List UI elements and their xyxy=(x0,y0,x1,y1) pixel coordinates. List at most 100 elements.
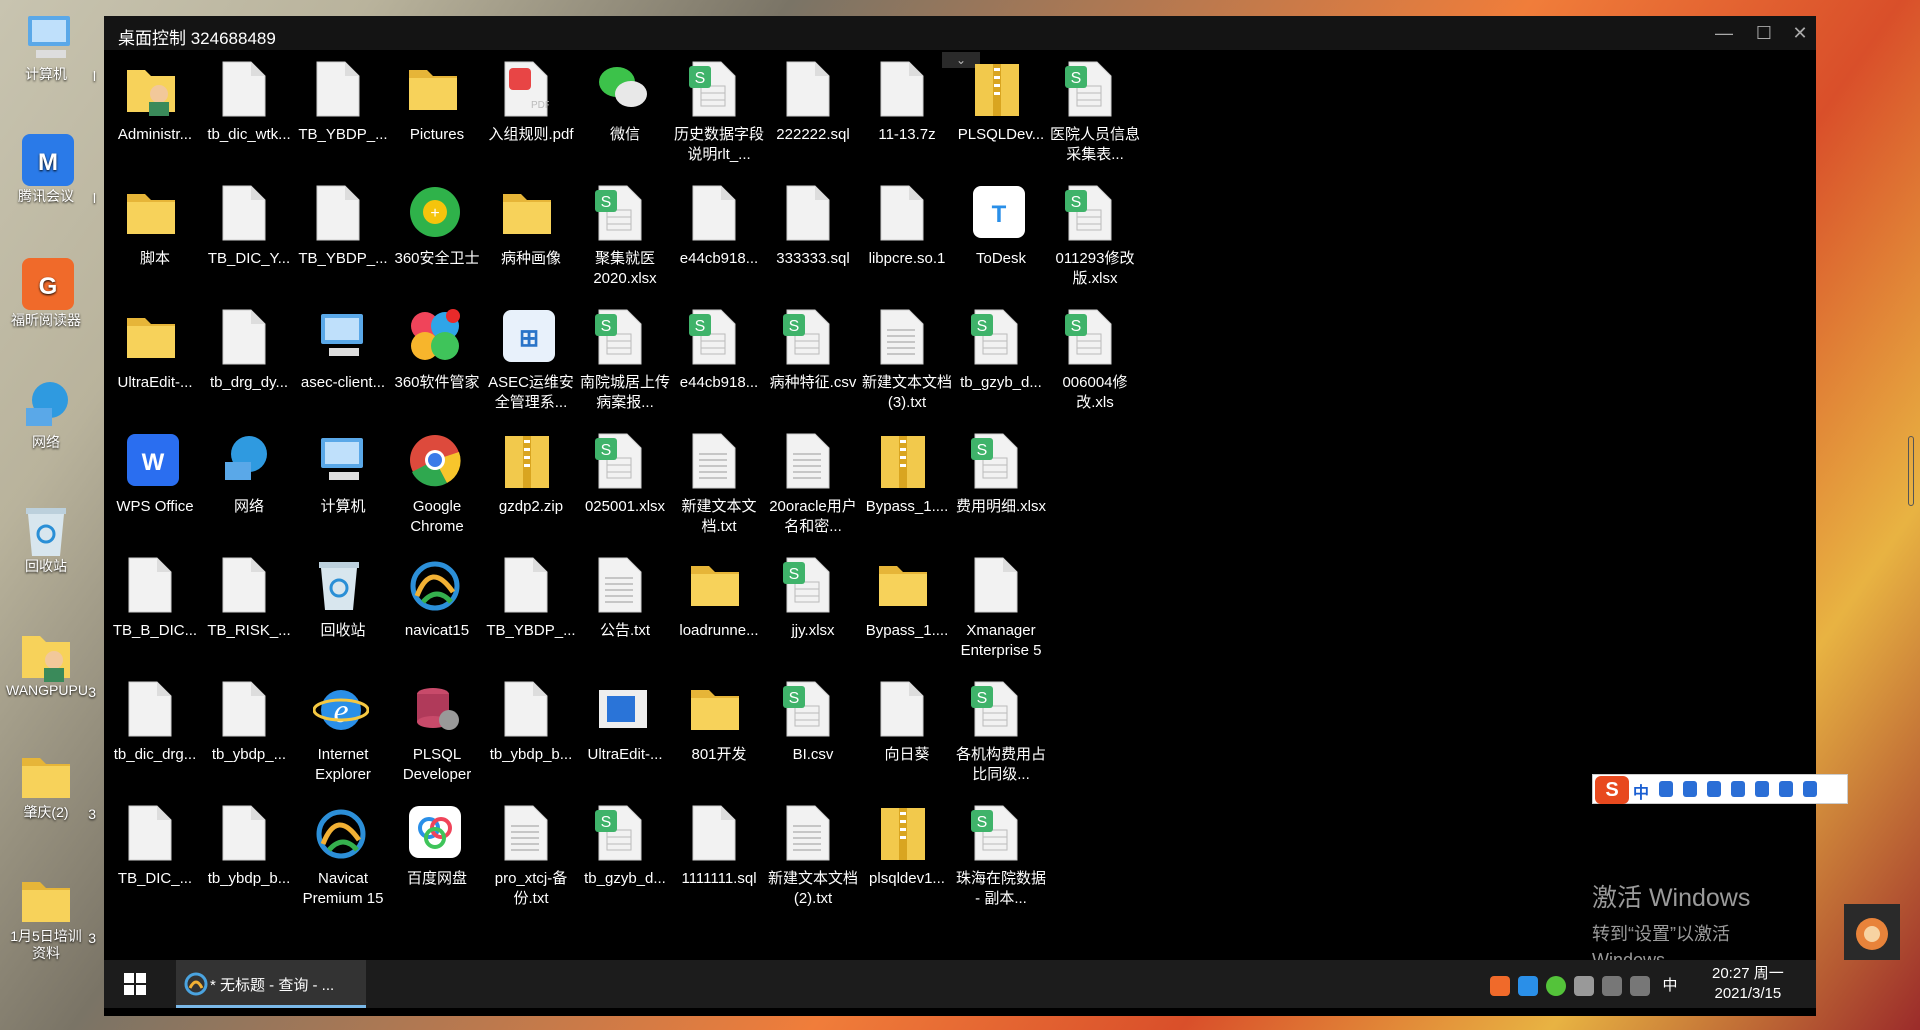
desktop-icon[interactable]: T ToDesk xyxy=(954,184,1048,302)
desktop-icon[interactable]: 222222.sql xyxy=(766,60,860,178)
host-desktop-icon[interactable]: 回收站 xyxy=(6,502,86,575)
desktop-icon[interactable]: Bypass_1.... xyxy=(860,432,954,550)
desktop-icon[interactable]: tb_drg_dy... xyxy=(202,308,296,426)
desktop-icon[interactable]: Bypass_1.... xyxy=(860,556,954,674)
desktop-icon[interactable]: UltraEdit-... xyxy=(578,680,672,798)
desktop-icon[interactable]: Pictures xyxy=(390,60,484,178)
todesk-tray-icon[interactable] xyxy=(1518,975,1538,996)
desktop-icon[interactable]: e44cb918... xyxy=(672,184,766,302)
desktop-icon[interactable]: PLSQL Developer xyxy=(390,680,484,798)
desktop-icon[interactable]: Navicat Premium 15 xyxy=(296,804,390,922)
desktop-icon[interactable]: 1111111.sql xyxy=(672,804,766,922)
host-desktop-icon[interactable]: 计算机 l xyxy=(6,10,96,84)
desktop-icon[interactable]: S 费用明细.xlsx xyxy=(954,432,1048,550)
desktop-icon[interactable]: S 历史数据字段说明rlt_... xyxy=(672,60,766,178)
desktop-icon[interactable]: S 011293修改版.xlsx xyxy=(1048,184,1142,302)
desktop-icon[interactable]: 新建文本文档 (2).txt xyxy=(766,804,860,922)
desktop-icon[interactable]: TB_YBDP_... xyxy=(296,184,390,302)
host-desktop-icon[interactable]: 1月5日培训资料 3 xyxy=(6,872,96,962)
desktop-icon[interactable]: plsqldev1... xyxy=(860,804,954,922)
desktop-icon[interactable]: gzdp2.zip xyxy=(484,432,578,550)
desktop-icon[interactable]: S 聚集就医2020.xlsx xyxy=(578,184,672,302)
desktop-icon[interactable]: 20oracle用户名和密... xyxy=(766,432,860,550)
desktop-icon[interactable]: 百度网盘 xyxy=(390,804,484,922)
system-tray[interactable]: 中 xyxy=(1490,974,1677,996)
start-button[interactable] xyxy=(124,973,146,995)
desktop-icon[interactable]: Xmanager Enterprise 5 xyxy=(954,556,1048,674)
desktop-icon[interactable]: Stb_gzyb_d... xyxy=(954,308,1048,426)
desktop-icon[interactable]: 微信 xyxy=(578,60,672,178)
maximize-button[interactable]: ☐ xyxy=(1744,20,1784,46)
volume-mute-icon[interactable] xyxy=(1630,975,1650,996)
desktop-icon[interactable]: W WPS Office xyxy=(108,432,202,550)
desktop-icon[interactable]: 新建文本文档 (3).txt xyxy=(860,308,954,426)
desktop-icon[interactable]: S 珠海在院数据 - 副本... xyxy=(954,804,1048,922)
desktop-icon[interactable]: S 医院人员信息采集表... xyxy=(1048,60,1142,178)
desktop-icon[interactable]: 333333.sql xyxy=(766,184,860,302)
desktop-icon[interactable]: Administr... xyxy=(108,60,202,178)
desktop-icon[interactable]: S 病种特征.csv xyxy=(766,308,860,426)
desktop-icon[interactable]: PDF 入组规则.pdf xyxy=(484,60,578,178)
scroll-indicator[interactable] xyxy=(1908,436,1914,506)
desktop-icon[interactable]: asec-client... xyxy=(296,308,390,426)
desktop-icon[interactable]: ⊞ ASEC运维安全管理系... xyxy=(484,308,578,426)
wifi-icon[interactable] xyxy=(1602,975,1622,996)
host-desktop-icon[interactable]: G 福昕阅读器 xyxy=(6,256,86,329)
taskbar-item-navicat[interactable]: * 无标题 - 查询 - ... xyxy=(176,960,366,1008)
desktop-icon[interactable]: tb_dic_drg... xyxy=(108,680,202,798)
battery-icon[interactable] xyxy=(1574,975,1594,996)
desktop-icon[interactable]: tb_ybdp_b... xyxy=(202,804,296,922)
desktop-icon[interactable]: 801开发 xyxy=(672,680,766,798)
desktop-icon[interactable]: 11-13.7z xyxy=(860,60,954,178)
desktop-icon[interactable]: S 各机构费用占比同级... xyxy=(954,680,1048,798)
host-desktop-icon[interactable]: 网络 xyxy=(6,378,86,451)
taskbar-clock[interactable]: 20:27 周一 2021/3/15 xyxy=(1712,964,1784,1004)
desktop-icon[interactable]: 计算机 xyxy=(296,432,390,550)
desktop-icon[interactable]: pro_xtcj-备份.txt xyxy=(484,804,578,922)
desktop-icon[interactable]: 回收站 xyxy=(296,556,390,674)
desktop-icon[interactable]: TB_YBDP_... xyxy=(484,556,578,674)
desktop-icon[interactable]: Google Chrome xyxy=(390,432,484,550)
desktop-icon[interactable]: e Internet Explorer xyxy=(296,680,390,798)
desktop-icon[interactable]: 360软件管家 xyxy=(390,308,484,426)
desktop-icon[interactable]: 向日葵 xyxy=(860,680,954,798)
desktop-icon[interactable]: S 025001.xlsx xyxy=(578,432,672,550)
remote-title-bar[interactable]: 桌面控制 324688489 — ☐ ✕ xyxy=(104,16,1816,50)
desktop-icon[interactable]: 病种画像 xyxy=(484,184,578,302)
desktop-icon[interactable]: tb_ybdp_... xyxy=(202,680,296,798)
desktop-icon[interactable]: tb_dic_wtk... xyxy=(202,60,296,178)
desktop-icon[interactable]: TB_B_DIC... xyxy=(108,556,202,674)
desktop-icon[interactable]: Stb_gzyb_d... xyxy=(578,804,672,922)
ime-toolbar[interactable]: S 中 xyxy=(1592,774,1848,804)
360-tray-icon[interactable] xyxy=(1546,975,1566,996)
desktop-icon[interactable]: 脚本 xyxy=(108,184,202,302)
desktop-icon[interactable]: +360安全卫士 xyxy=(390,184,484,302)
desktop-icon[interactable]: TB_DIC_... xyxy=(108,804,202,922)
desktop-icon[interactable]: UltraEdit-... xyxy=(108,308,202,426)
desktop-icon[interactable]: S BI.csv xyxy=(766,680,860,798)
desktop-icon[interactable]: TB_DIC_Y... xyxy=(202,184,296,302)
host-desktop-icon[interactable]: M 腾讯会议 l xyxy=(6,132,96,206)
minimize-button[interactable]: — xyxy=(1704,20,1744,46)
desktop-icon[interactable]: navicat15 xyxy=(390,556,484,674)
desktop-icon[interactable]: libpcre.so.1 xyxy=(860,184,954,302)
desktop-icon[interactable]: 网络 xyxy=(202,432,296,550)
remote-desktop-window[interactable]: 桌面控制 324688489 — ☐ ✕ ⌄ Administr... tb_di… xyxy=(104,16,1914,1016)
desktop-icon[interactable]: TB_YBDP_... xyxy=(296,60,390,178)
desktop-icon[interactable]: Sjjy.xlsx xyxy=(766,556,860,674)
desktop-icon[interactable]: TB_RISK_... xyxy=(202,556,296,674)
desktop-icon[interactable]: 新建文本文档.txt xyxy=(672,432,766,550)
desktop-icon[interactable]: S 006004修改.xls xyxy=(1048,308,1142,426)
app-tray-icon[interactable] xyxy=(1490,975,1510,996)
desktop-icon[interactable]: PLSQLDev... xyxy=(954,60,1048,178)
desktop-icon[interactable]: loadrunne... xyxy=(672,556,766,674)
ime-language-toggle[interactable]: 中 xyxy=(1633,779,1649,803)
desktop-icon[interactable]: 公告.txt xyxy=(578,556,672,674)
host-desktop-icon[interactable]: WANGPUPU 3 xyxy=(6,626,96,700)
desktop-icon[interactable]: tb_ybdp_b... xyxy=(484,680,578,798)
desktop-icon[interactable]: S 南院城居上传病案报... xyxy=(578,308,672,426)
close-button[interactable]: ✕ xyxy=(1780,20,1820,46)
desktop-icon[interactable]: Se44cb918... xyxy=(672,308,766,426)
floating-assistant-icon[interactable] xyxy=(1844,904,1900,960)
host-desktop-icon[interactable]: 肇庆(2) 3 xyxy=(6,748,96,822)
